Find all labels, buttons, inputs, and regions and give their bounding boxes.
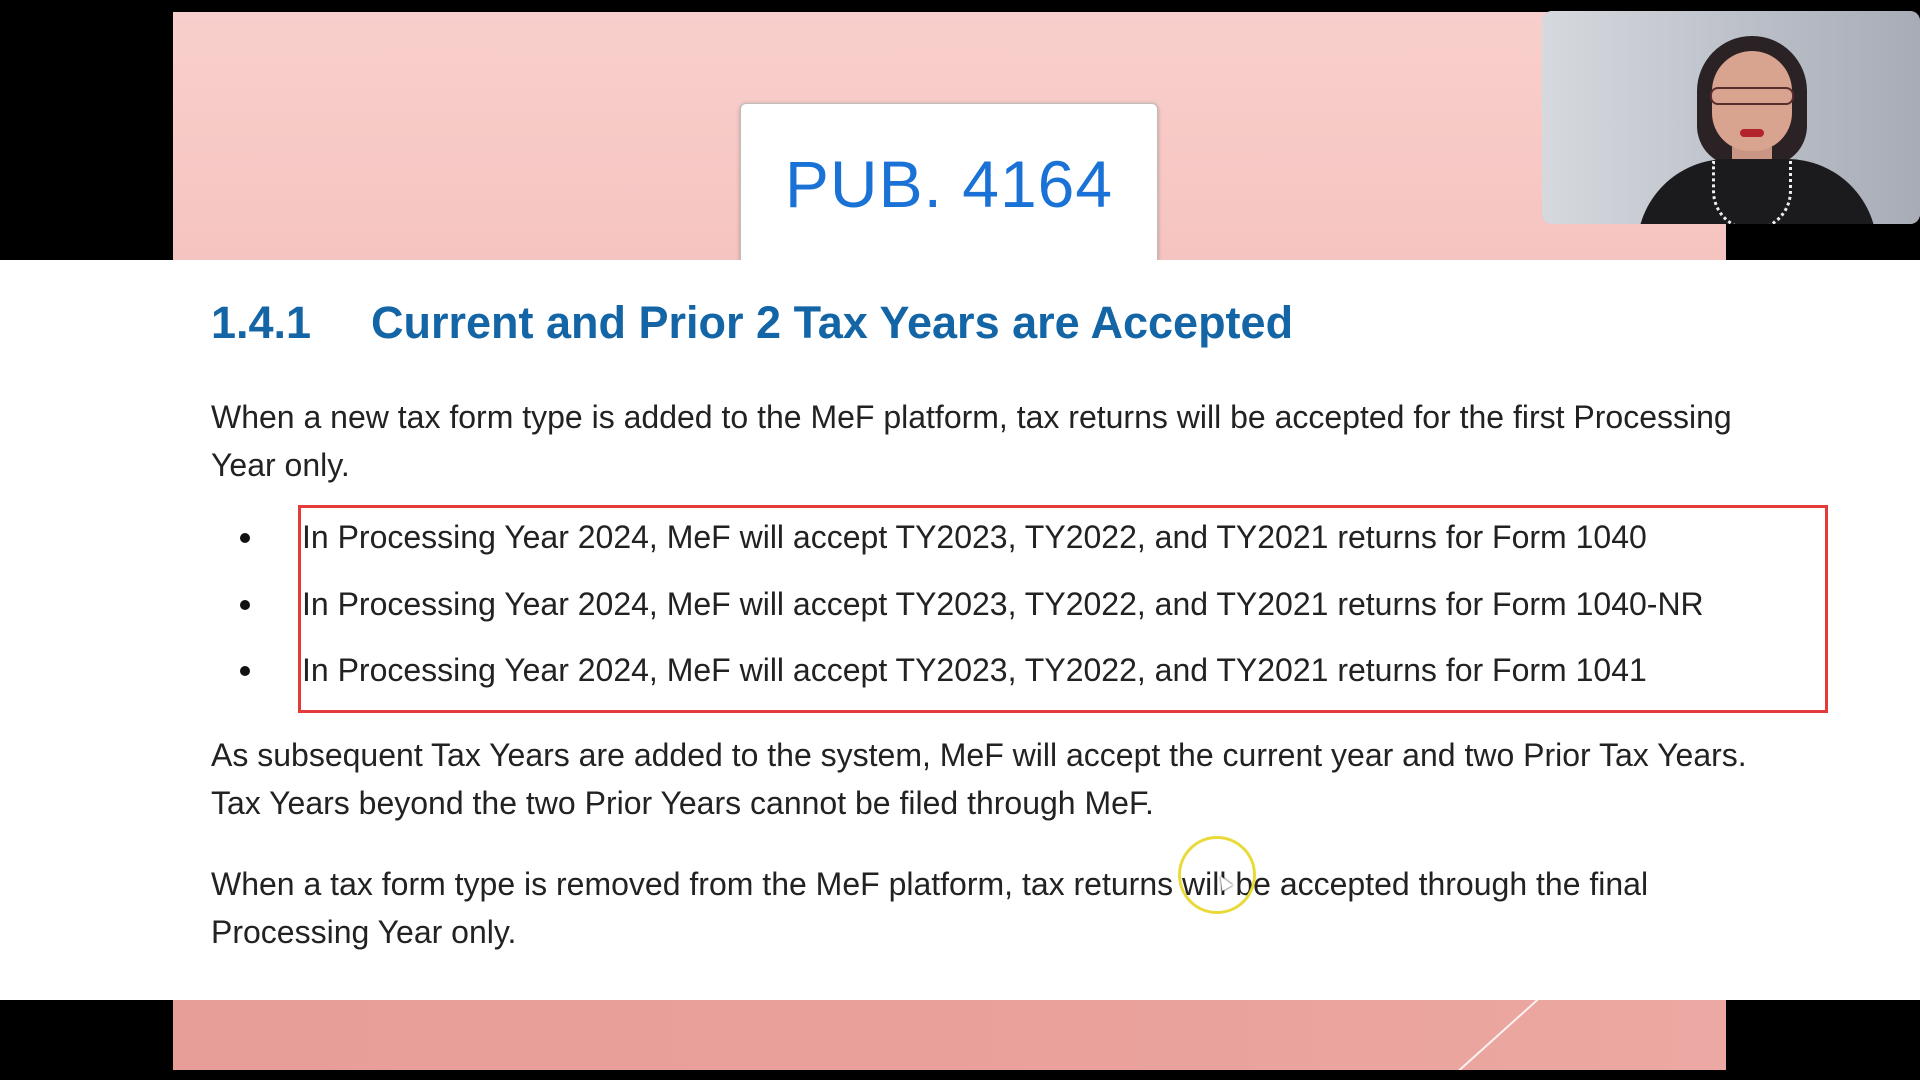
list-item-text: In Processing Year 2024, MeF will accept… <box>302 519 1647 555</box>
paragraph-intro: When a new tax form type is added to the… <box>211 399 1732 483</box>
slide-title-box: PUB. 4164 <box>740 103 1158 265</box>
section-heading: 1.4.1 Current and Prior 2 Tax Years are A… <box>211 297 1293 349</box>
necklace-icon <box>1712 161 1792 224</box>
decorative-line <box>1453 1000 1560 1070</box>
bullet-icon <box>240 665 250 676</box>
list-item-text: In Processing Year 2024, MeF will accept… <box>302 652 1647 688</box>
cursor-highlight-ring <box>1178 836 1256 914</box>
section-number: 1.4.1 <box>211 297 312 348</box>
section-title: Current and Prior 2 Tax Years are Accept… <box>371 297 1294 348</box>
slide-bottom-band <box>173 1000 1726 1070</box>
paragraph-removed-forms: When a tax form type is removed from the… <box>211 866 1649 950</box>
bullet-icon <box>240 599 250 610</box>
list-item: In Processing Year 2024, MeF will accept… <box>240 652 1647 689</box>
screen: PUB. 4164 1.4.1 Current and Prior 2 Tax Y… <box>0 0 1920 1080</box>
glasses-icon <box>1710 87 1794 105</box>
bullet-icon <box>240 532 250 543</box>
slide-title: PUB. 4164 <box>784 147 1114 221</box>
paragraph-subsequent-years: As subsequent Tax Years are added to the… <box>211 737 1747 821</box>
list-item: In Processing Year 2024, MeF will accept… <box>240 519 1647 556</box>
webcam-overlay <box>1542 11 1920 224</box>
list-item-text: In Processing Year 2024, MeF will accept… <box>302 586 1704 622</box>
list-item: In Processing Year 2024, MeF will accept… <box>240 586 1704 623</box>
